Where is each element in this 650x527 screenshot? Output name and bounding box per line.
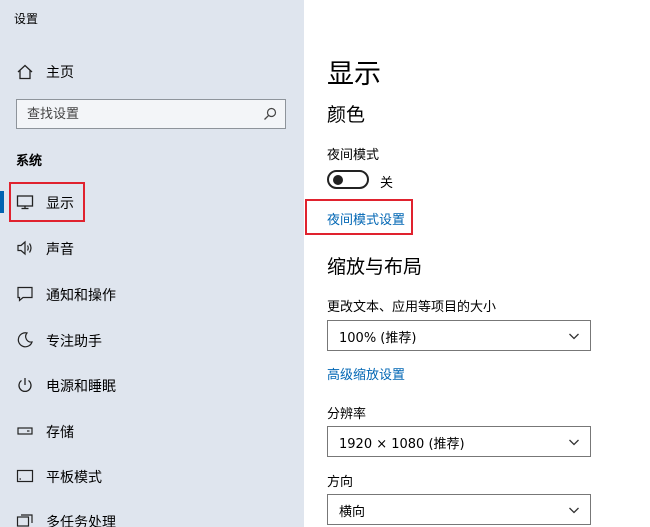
chevron-down-icon — [569, 333, 579, 340]
night-light-settings-link[interactable]: 夜间模式设置 — [327, 209, 405, 228]
page-title: 显示 — [327, 59, 381, 90]
home-icon — [17, 64, 33, 80]
sidebar-item-label: 声音 — [46, 242, 74, 258]
sidebar-item-focus-assist[interactable]: 专注助手 — [0, 322, 304, 358]
sidebar-item-storage[interactable]: 存储 — [0, 413, 304, 449]
sidebar-item-display[interactable]: 显示 — [0, 184, 304, 220]
search-icon[interactable] — [263, 107, 277, 121]
sidebar-item-power-sleep[interactable]: 电源和睡眠 — [0, 367, 304, 403]
resolution-dropdown[interactable]: 1920 × 1080 (推荐) — [327, 426, 591, 457]
nav-home[interactable]: 主页 — [0, 56, 304, 88]
resolution-label: 分辨率 — [327, 407, 367, 422]
app-title: 设置 — [14, 12, 39, 26]
notification-icon — [17, 286, 33, 302]
chevron-down-icon — [569, 507, 579, 514]
scale-label: 更改文本、应用等项目的大小 — [327, 300, 497, 315]
search-box[interactable] — [16, 99, 286, 129]
monitor-icon — [16, 195, 34, 210]
storage-icon — [17, 427, 33, 435]
night-light-toggle[interactable] — [327, 170, 369, 189]
sidebar-item-tablet-mode[interactable]: 平板模式 — [0, 458, 304, 494]
tablet-icon — [16, 469, 34, 483]
orientation-value: 横向 — [339, 505, 366, 520]
sidebar-item-label: 通知和操作 — [46, 288, 116, 304]
sidebar-item-multitasking[interactable]: 多任务处理 — [0, 503, 304, 527]
power-icon — [18, 378, 32, 392]
speaker-icon — [17, 240, 32, 256]
sidebar-item-label: 专注助手 — [46, 334, 102, 350]
resolution-value: 1920 × 1080 (推荐) — [339, 437, 465, 452]
sidebar-item-label: 存储 — [46, 425, 74, 441]
scale-dropdown[interactable]: 100% (推荐) — [327, 320, 591, 351]
search-input[interactable] — [17, 100, 257, 128]
night-light-state: 关 — [380, 176, 394, 191]
chevron-down-icon — [569, 439, 579, 446]
orientation-label: 方向 — [327, 475, 354, 490]
advanced-scaling-link[interactable]: 高级缩放设置 — [327, 364, 405, 383]
sidebar-item-sound[interactable]: 声音 — [0, 230, 304, 266]
orientation-dropdown[interactable]: 横向 — [327, 494, 591, 525]
multitask-icon — [16, 514, 33, 527]
selected-indicator — [0, 191, 4, 213]
sidebar-item-label: 多任务处理 — [46, 515, 116, 527]
main-content: 显示 颜色 夜间模式 关 夜间模式设置 缩放与布局 更改文本、应用等项目的大小 … — [304, 0, 650, 527]
section-heading-color: 颜色 — [327, 104, 366, 126]
settings-window: 设置 主页 系统 显示 — [0, 0, 650, 527]
section-heading-scale-layout: 缩放与布局 — [327, 256, 423, 278]
sidebar-item-label: 平板模式 — [46, 470, 102, 486]
sidebar-item-notifications[interactable]: 通知和操作 — [0, 276, 304, 312]
sidebar-item-label: 电源和睡眠 — [46, 379, 116, 395]
nav-home-label: 主页 — [46, 65, 74, 81]
moon-icon — [17, 332, 33, 348]
sidebar-item-label: 显示 — [46, 196, 74, 212]
toggle-knob — [333, 175, 343, 185]
scale-value: 100% (推荐) — [339, 331, 417, 346]
section-label-system: 系统 — [16, 154, 43, 169]
sidebar: 设置 主页 系统 显示 — [0, 0, 304, 527]
night-light-label: 夜间模式 — [327, 148, 380, 163]
